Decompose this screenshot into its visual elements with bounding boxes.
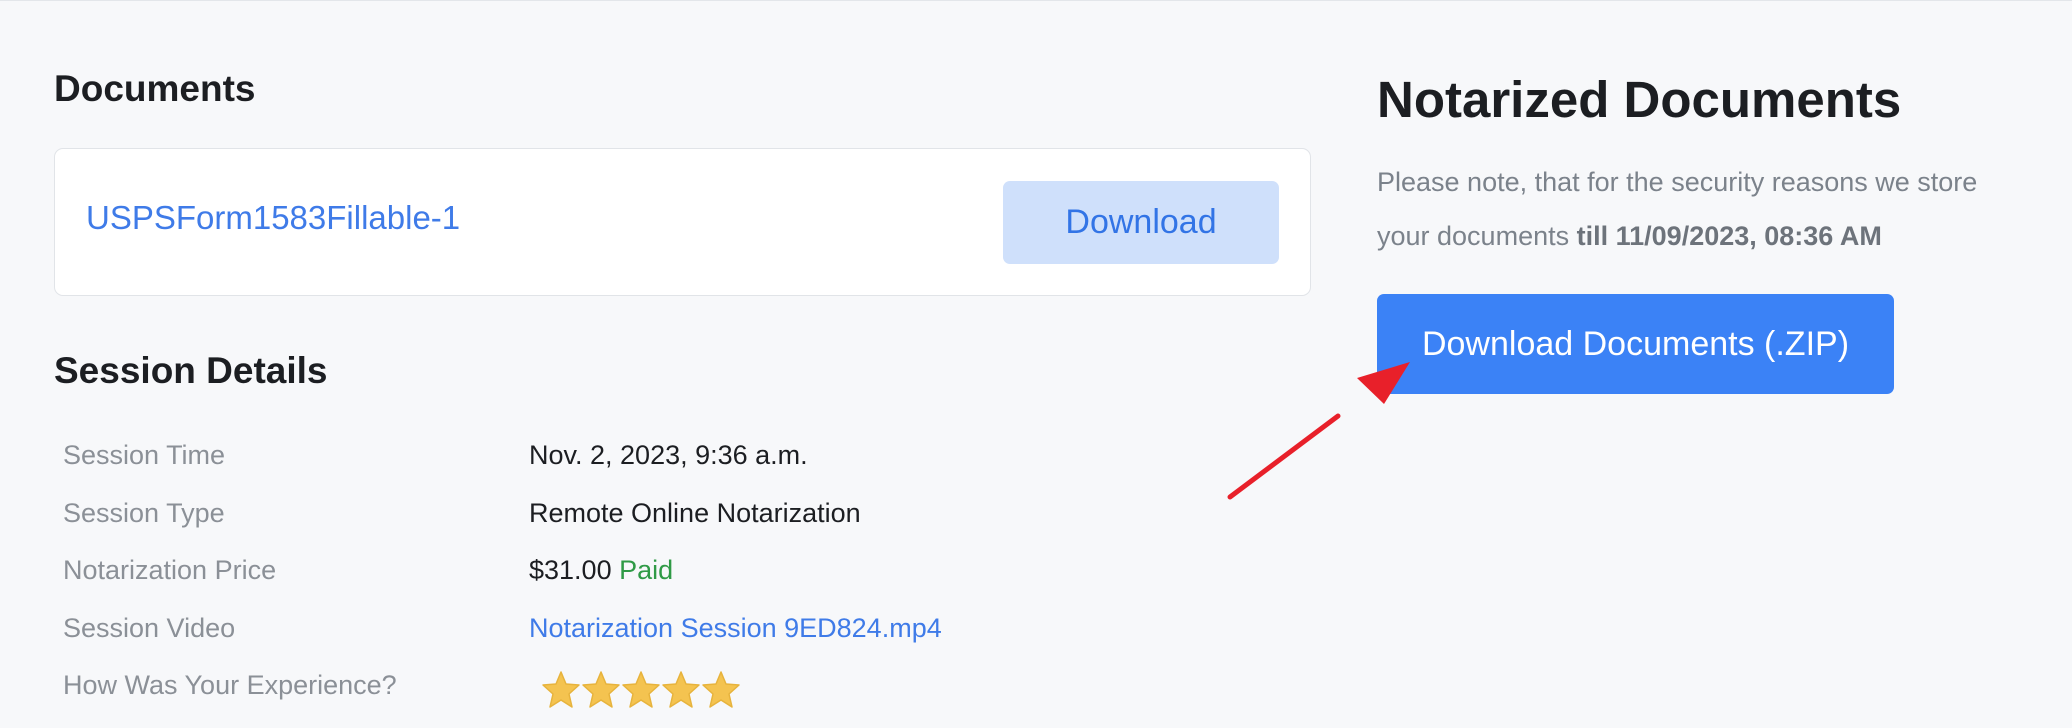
session-video-label: Session Video (63, 612, 236, 643)
documents-heading: Documents (54, 68, 256, 109)
star-icon[interactable] (701, 670, 741, 710)
notarized-documents-heading: Notarized Documents (1377, 71, 1902, 128)
notarization-price-label: Notarization Price (63, 555, 277, 585)
star-icon[interactable] (541, 670, 581, 710)
document-file-link[interactable]: USPSForm1583Fillable-1 (86, 199, 460, 237)
document-card: USPSForm1583Fillable-1 Download (54, 148, 1311, 296)
top-divider (0, 0, 2072, 1)
star-icon[interactable] (661, 670, 701, 710)
star-rating[interactable] (541, 670, 741, 710)
storage-expiry: till 11/09/2023, 08:36 AM (1576, 221, 1882, 251)
paid-status: Paid (619, 555, 674, 585)
session-type-label: Session Type (63, 497, 225, 528)
storage-note: Please note, that for the security reaso… (1377, 155, 2037, 263)
download-button[interactable]: Download (1003, 181, 1279, 264)
price-amount: $31.00 (529, 555, 612, 585)
session-video-link[interactable]: Notarization Session 9ED824.mp4 (529, 613, 942, 644)
star-icon[interactable] (621, 670, 661, 710)
session-type-value: Remote Online Notarization (529, 497, 861, 528)
notarization-price-value: $31.00 Paid (529, 555, 673, 586)
experience-label: How Was Your Experience? (63, 670, 397, 700)
zip-download-button[interactable]: Download Documents (.ZIP) (1377, 294, 1894, 394)
star-icon[interactable] (581, 670, 621, 710)
session-details-heading: Session Details (54, 350, 328, 391)
session-time-label: Session Time (63, 440, 226, 470)
session-time-value: Nov. 2, 2023, 9:36 a.m. (529, 440, 808, 470)
